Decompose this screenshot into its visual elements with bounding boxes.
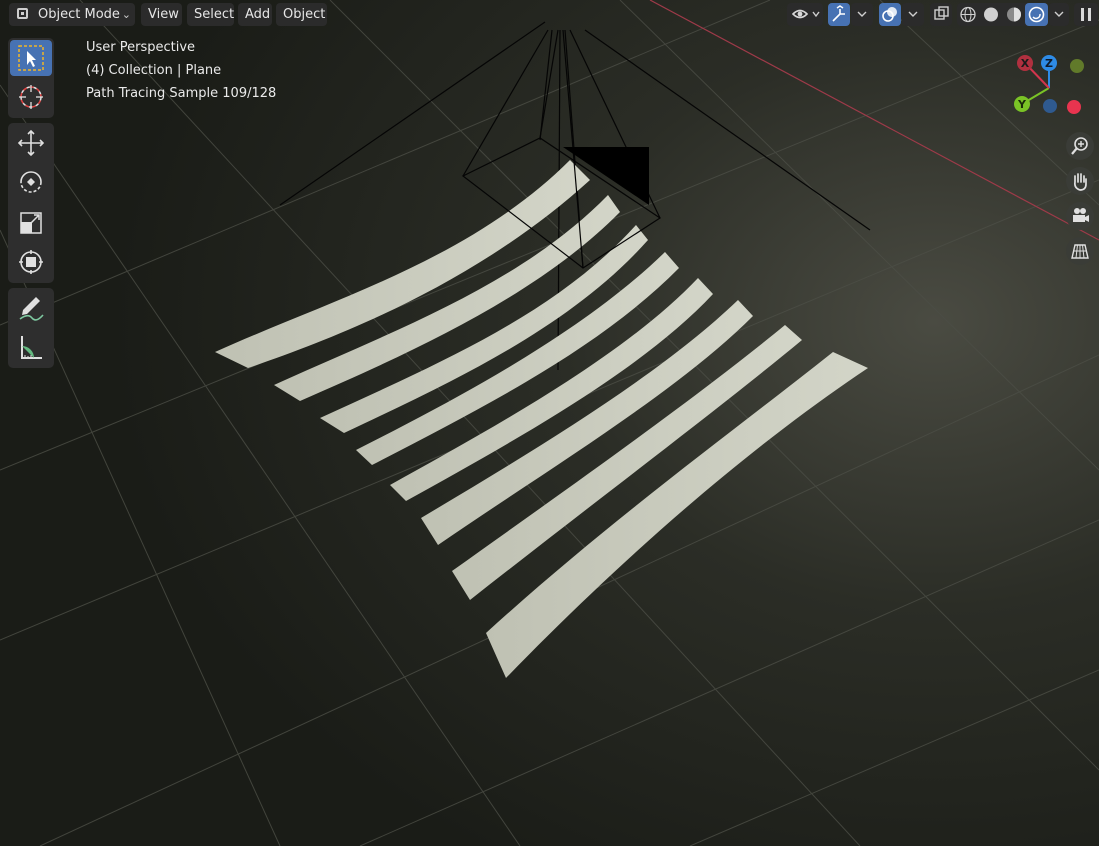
select-menu[interactable]: Select bbox=[187, 3, 234, 26]
annotate-icon bbox=[19, 297, 44, 321]
camera-view-icon bbox=[1073, 208, 1089, 222]
material-shading-button[interactable] bbox=[1003, 3, 1025, 26]
view-menu[interactable]: View bbox=[141, 3, 182, 26]
object-menu[interactable]: Object bbox=[276, 3, 327, 26]
zoom-icon bbox=[1071, 137, 1088, 155]
toolbar-group-annotate bbox=[8, 288, 54, 368]
object-mode-dropdown[interactable]: Object Mode ⌄ bbox=[9, 3, 135, 26]
view-perspective-label: User Perspective bbox=[86, 40, 196, 55]
annotate-tool[interactable] bbox=[10, 290, 52, 326]
visibility-dropdown[interactable] bbox=[787, 3, 823, 26]
view-menu-label: View bbox=[148, 7, 179, 22]
gizmo-neg-z-dot[interactable] bbox=[1043, 99, 1057, 113]
select-box-icon bbox=[18, 45, 44, 71]
chevron-down-icon: ⌄ bbox=[121, 8, 131, 21]
gizmo-dropdown[interactable] bbox=[851, 3, 873, 26]
gizmo-neg-y-dot[interactable] bbox=[1070, 59, 1084, 73]
measure-tool[interactable] bbox=[10, 329, 52, 365]
gizmo-neg-x-dot[interactable] bbox=[1067, 100, 1081, 114]
gizmo-toggle-button[interactable] bbox=[828, 3, 850, 26]
scale-tool[interactable] bbox=[10, 205, 52, 241]
3d-viewport[interactable] bbox=[0, 0, 1099, 846]
move-tool[interactable] bbox=[10, 125, 52, 161]
rendered-shading-icon bbox=[1028, 6, 1045, 23]
wireframe-shading-button[interactable] bbox=[957, 3, 979, 26]
visibility-icon bbox=[791, 9, 820, 19]
object-mode-icon bbox=[17, 8, 28, 19]
move-icon bbox=[17, 129, 45, 157]
overlay-toggle-icon bbox=[882, 7, 897, 22]
material-shading-icon bbox=[1007, 7, 1021, 22]
chevron-down-icon bbox=[908, 11, 918, 17]
gizmo-z-label: Z bbox=[1045, 57, 1053, 70]
pan-hand-icon bbox=[1074, 173, 1087, 191]
add-menu-label: Add bbox=[245, 7, 271, 22]
rendered-shading-button[interactable] bbox=[1025, 3, 1048, 26]
wireframe-shading-icon bbox=[960, 6, 976, 23]
zoom-button[interactable] bbox=[1066, 132, 1094, 160]
xray-icon bbox=[934, 6, 949, 20]
rotate-icon bbox=[20, 171, 42, 193]
orthographic-grid-icon bbox=[1071, 244, 1089, 259]
active-object-label: (4) Collection | Plane bbox=[86, 63, 222, 78]
chevron-down-icon bbox=[857, 11, 867, 17]
xray-toggle-button[interactable] bbox=[930, 3, 952, 26]
camera-view-button[interactable] bbox=[1066, 202, 1094, 230]
overlay-dropdown[interactable] bbox=[902, 3, 924, 26]
select-box-tool[interactable] bbox=[10, 40, 52, 76]
overlay-toggle-button[interactable] bbox=[879, 3, 901, 26]
pan-button[interactable] bbox=[1066, 167, 1094, 195]
pause-render-icon bbox=[1081, 8, 1091, 21]
gizmo-y-label: Y bbox=[1017, 98, 1027, 111]
orthographic-toggle-button[interactable] bbox=[1066, 237, 1094, 265]
measure-icon bbox=[21, 336, 42, 359]
toolbar-group-transform bbox=[8, 123, 54, 283]
render-sample-status: Path Tracing Sample 109/128 bbox=[86, 86, 277, 101]
solid-shading-icon bbox=[984, 7, 998, 22]
scale-icon bbox=[20, 212, 42, 234]
cursor-icon bbox=[19, 85, 43, 109]
cursor-tool[interactable] bbox=[10, 79, 52, 115]
shading-dropdown[interactable] bbox=[1049, 3, 1069, 26]
viewport-render bbox=[0, 0, 1099, 846]
pause-render-button[interactable] bbox=[1074, 3, 1098, 26]
viewport-background bbox=[0, 0, 1099, 846]
gizmo-toggle-icon bbox=[832, 5, 845, 22]
transform-tool[interactable] bbox=[10, 244, 52, 280]
toolbar-group-select bbox=[8, 38, 54, 118]
select-menu-label: Select bbox=[194, 7, 235, 22]
add-menu[interactable]: Add bbox=[238, 3, 272, 26]
rotate-tool[interactable] bbox=[10, 164, 52, 200]
chevron-down-icon bbox=[1054, 11, 1064, 17]
navigation-gizmo[interactable]: X Z Y bbox=[1008, 50, 1088, 120]
viewport-header: Object Mode ⌄ View Select Add Object bbox=[0, 0, 1099, 30]
gizmo-x-label: X bbox=[1021, 57, 1030, 70]
object-menu-label: Object bbox=[283, 7, 326, 22]
object-mode-label: Object Mode bbox=[38, 7, 120, 22]
transform-icon bbox=[19, 250, 43, 274]
solid-shading-button[interactable] bbox=[980, 3, 1002, 26]
